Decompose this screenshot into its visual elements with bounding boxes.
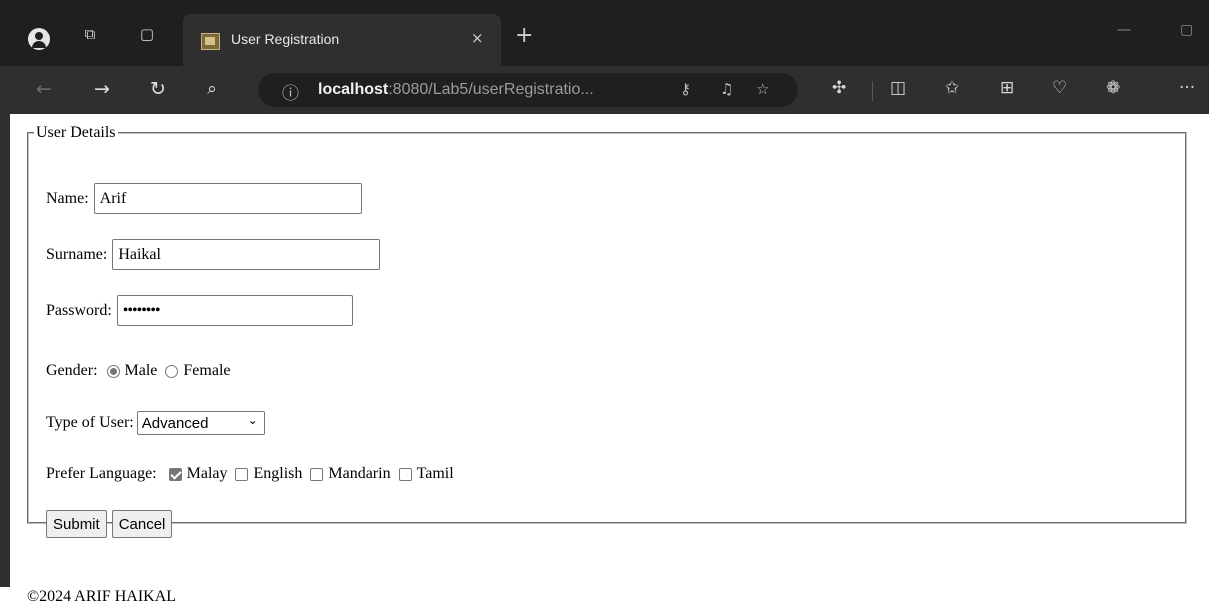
language-malay-checkbox[interactable] (168, 467, 182, 481)
fieldset-legend: User Details (36, 124, 116, 141)
name-row: Name: (46, 183, 362, 214)
tab-user-registration[interactable]: User Registration × (183, 14, 501, 66)
refresh-icon[interactable]: ↻ (146, 77, 170, 101)
favicon-icon (201, 33, 220, 50)
site-info-icon[interactable]: ⓘ (282, 79, 299, 104)
gender-row: Gender: Male Female (46, 362, 231, 380)
user-details-fieldset: User Details Name: Surname: Password: Ge… (27, 124, 1187, 538)
gender-female-label: Female (183, 362, 231, 379)
tab-close-icon[interactable]: × (471, 29, 484, 47)
button-row: Submit Cancel (46, 510, 177, 538)
name-input[interactable] (93, 183, 362, 214)
profile-icon[interactable] (28, 28, 50, 50)
address-bar[interactable]: ⓘ localhost:8080/Lab5/userRegistratio...… (258, 73, 798, 107)
language-mandarin-checkbox[interactable] (310, 467, 324, 481)
language-mandarin-label: Mandarin (328, 465, 391, 482)
browser-toolbar: ← → ↻ ⌕ ⓘ localhost:8080/Lab5/userRegist… (0, 66, 1209, 114)
page-viewport: User Details Name: Surname: Password: Ge… (10, 114, 1209, 605)
favorite-star-icon[interactable]: ☆ (756, 80, 769, 98)
search-icon[interactable]: ⌕ (200, 77, 224, 101)
maximize-icon[interactable]: ▢ (1180, 22, 1193, 38)
usertype-label: Type of User: (46, 414, 134, 431)
usertype-row: Type of User: Advanced ⌄ (46, 411, 265, 435)
toolbar-divider (872, 81, 873, 101)
tab-actions-icon[interactable]: ▢ (137, 24, 157, 44)
minimize-icon[interactable]: — (1117, 22, 1131, 38)
password-key-icon[interactable]: ⚷ (680, 80, 691, 98)
forward-icon[interactable]: → (90, 77, 114, 101)
read-aloud-icon[interactable]: ♫ (720, 80, 733, 98)
gender-male-radio[interactable] (106, 364, 120, 378)
language-english-label: English (253, 465, 303, 482)
surname-label: Surname: (46, 245, 108, 263)
language-tamil-checkbox[interactable] (398, 467, 412, 481)
surname-input[interactable] (112, 239, 381, 270)
back-icon[interactable]: ← (32, 77, 56, 101)
submit-button[interactable]: Submit (46, 510, 107, 538)
favorites-icon[interactable]: ✩ (945, 78, 959, 98)
language-tamil-label: Tamil (416, 465, 454, 482)
workspaces-icon[interactable]: ⧉ (80, 24, 100, 44)
gender-male-label: Male (124, 362, 158, 379)
language-label: Prefer Language: (46, 465, 157, 482)
browser-titlebar: ⧉ ▢ User Registration × + — ▢ (0, 0, 1209, 66)
password-label: Password: (46, 301, 112, 319)
gender-female-radio[interactable] (165, 364, 179, 378)
surname-row: Surname: (46, 239, 381, 270)
name-label: Name: (46, 189, 89, 207)
window-left-edge (0, 114, 10, 587)
language-malay-label: Malay (186, 465, 228, 482)
tab-title: User Registration (231, 31, 340, 47)
collections-icon[interactable]: ⊞ (1000, 78, 1014, 98)
language-english-checkbox[interactable] (235, 467, 249, 481)
new-tab-button[interactable]: + (515, 25, 533, 47)
footer-copyright: ©2024 ARIF HAIKAL (27, 588, 177, 605)
chevron-down-icon: ⌄ (247, 413, 258, 427)
language-row: Prefer Language: Malay English Mandarin … (46, 465, 454, 483)
usertype-selected-value: Advanced (141, 414, 209, 432)
password-row: Password: (46, 295, 353, 326)
browser-essentials-icon[interactable]: ♡ (1052, 78, 1067, 98)
url-text: localhost:8080/Lab5/userRegistratio... (318, 81, 594, 98)
extensions-icon[interactable]: ✣ (832, 78, 846, 98)
split-screen-icon[interactable]: ◫ (890, 78, 906, 98)
gender-label: Gender: (46, 362, 98, 379)
password-input[interactable] (116, 295, 353, 326)
more-menu-icon[interactable]: ··· (1179, 78, 1195, 98)
copilot-icon[interactable]: ❁ (1106, 78, 1120, 98)
usertype-select[interactable]: Advanced ⌄ (136, 411, 265, 435)
cancel-button[interactable]: Cancel (111, 510, 173, 538)
